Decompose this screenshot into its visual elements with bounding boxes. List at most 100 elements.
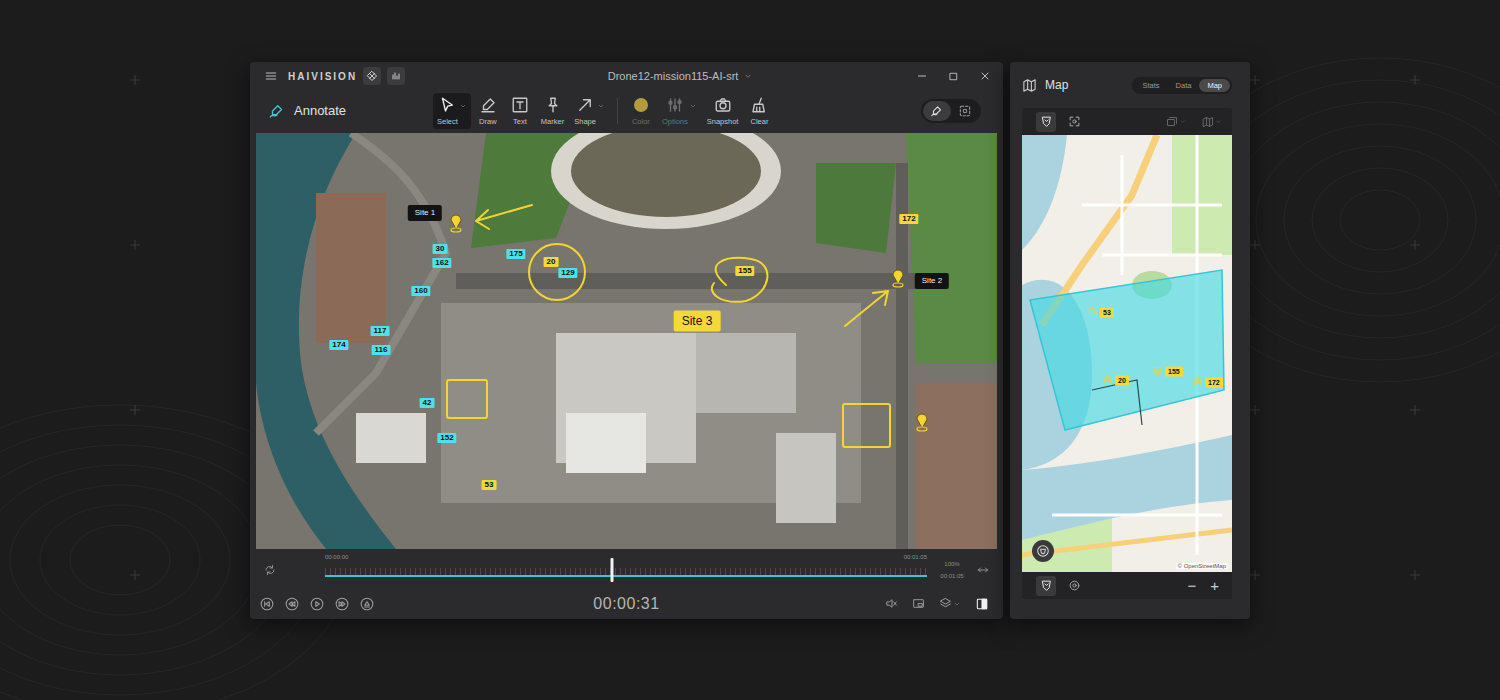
side-panel-icon[interactable]: [975, 597, 989, 611]
annotate-mode-icon: [930, 104, 944, 118]
detection-label[interactable]: 117: [371, 326, 390, 336]
detection-label[interactable]: 42: [420, 398, 435, 408]
text-tool-icon: [511, 96, 529, 114]
detection-label[interactable]: 155: [735, 266, 754, 276]
detection-label[interactable]: 152: [437, 433, 456, 443]
timeline-right: 100%00:01:05: [927, 549, 1003, 590]
map-view[interactable]: 5320155172© OpenStreetMap: [1022, 135, 1232, 572]
close-icon[interactable]: [979, 70, 991, 82]
map-pin[interactable]: 172: [1192, 377, 1223, 388]
map-panel: MapStatsDataMap5320155172© OpenStreetMap…: [1010, 62, 1250, 619]
zoom-out-button[interactable]: −: [1184, 577, 1199, 595]
detection-label[interactable]: 20: [544, 257, 559, 267]
map-tab[interactable]: Data: [1168, 79, 1200, 92]
map-pin[interactable]: 53: [1087, 307, 1114, 318]
chevron-down-icon: [597, 102, 605, 110]
layers-button[interactable]: [939, 597, 961, 610]
tool-body: Snapshot: [707, 96, 739, 126]
tool-button[interactable]: Clear: [744, 93, 774, 129]
detection-label[interactable]: 53: [482, 480, 497, 490]
map-tool-button[interactable]: [1036, 112, 1056, 132]
site-label[interactable]: Site 3: [674, 311, 721, 332]
detection-label[interactable]: 174: [329, 340, 348, 350]
tool-button[interactable]: Shape: [570, 93, 609, 129]
locate-button[interactable]: [1032, 540, 1054, 562]
detection-label[interactable]: 162: [432, 258, 451, 268]
detection-label[interactable]: 116: [372, 345, 391, 355]
map-mode-button[interactable]: [1036, 576, 1056, 596]
player-window: HAIVISIONDrone12-mission115-AI-srtAnnota…: [250, 62, 1003, 619]
tool-label: Color: [632, 117, 650, 126]
map-style-button[interactable]: [1202, 116, 1222, 128]
marker-tool-icon: [544, 96, 562, 114]
chevron-down-icon: [953, 600, 961, 608]
skip-start-icon[interactable]: [260, 597, 274, 611]
color-swatch: [634, 98, 648, 112]
annotate-mode-icon: [930, 104, 944, 118]
draw-tool-icon: [479, 96, 497, 114]
ai-mode-icon: [958, 104, 972, 118]
minimize-icon[interactable]: [916, 70, 928, 82]
eject-icon[interactable]: [360, 597, 374, 611]
mute-icon[interactable]: [885, 597, 898, 610]
window-title[interactable]: Drone12-mission115-AI-srt: [405, 70, 916, 82]
expand-icon: [977, 564, 989, 576]
view-mode-button[interactable]: [923, 101, 951, 121]
logo-button[interactable]: [363, 67, 381, 85]
map-tiles: [1022, 135, 1232, 572]
picture-in-picture-icon[interactable]: [912, 597, 925, 610]
tool-button[interactable]: Snapshot: [703, 93, 743, 129]
stats-button[interactable]: [387, 67, 405, 85]
playhead[interactable]: [611, 558, 614, 582]
expand-icon[interactable]: [977, 564, 989, 576]
menu-icon: [264, 69, 278, 83]
select-tool-icon: [438, 96, 456, 114]
detection-label[interactable]: 30: [433, 244, 448, 254]
detection-label[interactable]: 160: [411, 286, 430, 296]
rewind-icon[interactable]: [285, 597, 299, 611]
options-tool-icon: [666, 96, 684, 114]
tool-body: Marker: [541, 96, 564, 126]
play-icon[interactable]: [310, 597, 324, 611]
map-bottom-bar: −+: [1022, 572, 1232, 599]
zoom-in-button[interactable]: +: [1207, 577, 1222, 595]
tool-button[interactable]: Marker: [537, 93, 568, 129]
focus-icon: [1068, 115, 1081, 128]
map-tab[interactable]: Map: [1199, 79, 1230, 92]
timeline-start: 00:00:00: [325, 554, 348, 560]
target-icon: [1192, 377, 1203, 388]
map-pin[interactable]: 20: [1102, 375, 1129, 386]
chevron-down-icon: [459, 102, 467, 110]
detection-label[interactable]: 175: [506, 249, 525, 259]
map-card: 5320155172© OpenStreetMap−+: [1022, 108, 1232, 599]
tool-button[interactable]: Text: [505, 93, 535, 129]
tool-button[interactable]: Draw: [473, 93, 503, 129]
menu-icon[interactable]: [264, 69, 278, 83]
mode-label: Annotate: [268, 102, 433, 120]
image-layers-button[interactable]: [1166, 116, 1186, 128]
site-label[interactable]: Site 2: [915, 273, 949, 289]
bars-icon: [390, 70, 402, 82]
tool-button: Color: [626, 93, 656, 129]
timeline-bar: [325, 575, 927, 577]
site-label[interactable]: Site 1: [408, 205, 442, 221]
view-mode-button[interactable]: [951, 101, 979, 121]
player-controls: 00:00:31: [250, 590, 1003, 617]
tool-button[interactable]: Select: [433, 93, 471, 129]
loop-icon[interactable]: [264, 564, 276, 576]
video-frame[interactable]: 172 30 162 175 20129 155 160 117 174 116 42 152 53 Si…: [256, 133, 997, 549]
fast-forward-icon[interactable]: [335, 597, 349, 611]
map-pin[interactable]: 155: [1152, 366, 1183, 377]
snapshot-tool-icon: [714, 96, 732, 114]
timeline-track[interactable]: [325, 562, 927, 583]
tool-body: Color: [632, 96, 650, 126]
text-tool-icon: [511, 96, 529, 114]
map-tab[interactable]: Stats: [1134, 79, 1167, 92]
map-tool-button[interactable]: [1064, 112, 1084, 132]
tool-button: Options: [658, 93, 701, 129]
detection-label[interactable]: 172: [899, 214, 918, 224]
recenter-button[interactable]: [1064, 576, 1084, 596]
view-toggle: [921, 99, 981, 123]
detection-label[interactable]: 129: [558, 268, 577, 278]
maximize-icon[interactable]: [948, 71, 959, 82]
